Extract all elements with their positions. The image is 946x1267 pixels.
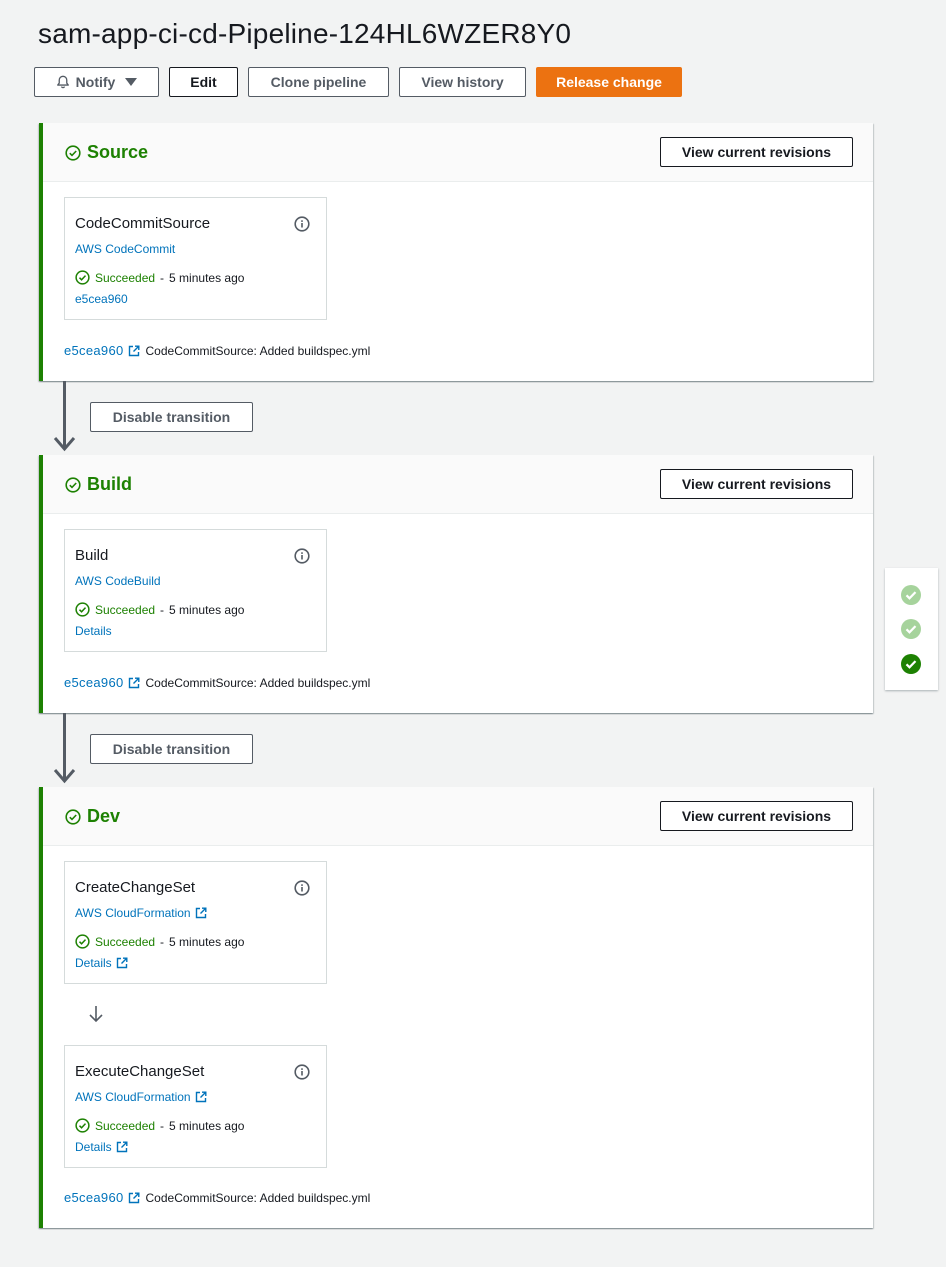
details-link[interactable]: Details — [75, 956, 128, 970]
info-icon[interactable] — [294, 216, 310, 232]
notify-label: Notify — [75, 74, 116, 90]
revision-message: CodeCommitSource: Added buildspec.yml — [145, 675, 371, 690]
arrow-down-icon — [53, 769, 76, 784]
external-link-icon — [116, 1141, 128, 1153]
stage-build: Build View current revisions Build AWS C… — [39, 455, 873, 713]
action-status: Succeeded - 5 minutes ago — [75, 1118, 244, 1133]
revision-link[interactable]: e5cea960 — [64, 675, 124, 690]
action-status: Succeeded - 5 minutes ago — [75, 602, 244, 617]
action-card: CodeCommitSource AWS CodeCommit Succeede… — [64, 197, 327, 320]
stage-status-panel — [885, 568, 938, 690]
stage-dev: Dev View current revisions CreateChangeS… — [39, 787, 873, 1228]
check-circle-icon — [65, 808, 81, 825]
view-current-revisions-button[interactable]: View current revisions — [660, 469, 853, 499]
revision-message: CodeCommitSource: Added buildspec.yml — [145, 343, 371, 358]
disable-transition-button[interactable]: Disable transition — [90, 402, 253, 432]
action-card: CreateChangeSet AWS CloudFormation Succe… — [64, 861, 327, 984]
check-circle-icon — [75, 1118, 90, 1133]
check-circle-icon — [75, 602, 90, 617]
check-circle-icon — [65, 476, 81, 493]
status-time: 5 minutes ago — [169, 934, 245, 949]
status-time: 5 minutes ago — [169, 1118, 245, 1133]
stage-revision: e5cea960 CodeCommitSource: Added buildsp… — [64, 343, 370, 358]
stage-revision: e5cea960 CodeCommitSource: Added buildsp… — [64, 1190, 370, 1205]
external-link-icon[interactable] — [128, 345, 140, 357]
status-time: 5 minutes ago — [169, 270, 245, 285]
status-text: Succeeded — [95, 1118, 156, 1133]
stage-header: Source View current revisions — [43, 123, 873, 182]
action-card: Build AWS CodeBuild Succeeded - 5 minute… — [64, 529, 327, 652]
action-name: CreateChangeSet — [75, 879, 196, 896]
view-current-revisions-button[interactable]: View current revisions — [660, 137, 853, 167]
action-status: Succeeded - 5 minutes ago — [75, 934, 244, 949]
bell-icon — [56, 75, 69, 89]
notify-button[interactable]: Notify — [34, 67, 159, 97]
status-text: Succeeded — [95, 934, 156, 949]
action-name: CodeCommitSource — [75, 215, 211, 232]
stage-name: Dev — [87, 806, 121, 826]
check-circle-filled-icon[interactable] — [900, 653, 922, 675]
revision-link[interactable]: e5cea960 — [64, 1190, 124, 1205]
check-circle-icon — [65, 144, 81, 161]
info-icon[interactable] — [294, 1064, 310, 1080]
stage-title: Dev — [65, 806, 120, 827]
stage-revision: e5cea960 CodeCommitSource: Added buildsp… — [64, 675, 370, 690]
check-circle-filled-icon[interactable] — [900, 584, 922, 606]
external-link-icon[interactable] — [128, 677, 140, 689]
page-title: sam-app-ci-cd-Pipeline-124HL6WZER8Y0 — [38, 18, 572, 49]
provider-link[interactable]: AWS CloudFormation — [75, 906, 207, 920]
info-icon[interactable] — [294, 548, 310, 564]
edit-button[interactable]: Edit — [169, 67, 238, 97]
view-current-revisions-button[interactable]: View current revisions — [660, 801, 853, 831]
check-circle-icon — [75, 934, 90, 949]
stage-name: Source — [87, 142, 149, 162]
external-link-icon — [195, 1091, 207, 1103]
action-card: ExecuteChangeSet AWS CloudFormation Succ… — [64, 1045, 327, 1168]
arrow-down-icon — [53, 437, 76, 452]
stage-title: Build — [65, 474, 132, 495]
status-text: Succeeded — [95, 602, 156, 617]
action-name: Build — [75, 547, 109, 564]
stage-title: Source — [65, 142, 148, 163]
external-link-icon — [116, 957, 128, 969]
stage-header: Build View current revisions — [43, 455, 873, 514]
release-change-button[interactable]: Release change — [536, 67, 682, 97]
check-circle-filled-icon[interactable] — [900, 618, 922, 640]
details-link[interactable]: Details — [75, 624, 112, 638]
stage-name: Build — [87, 474, 132, 494]
revision-link[interactable]: e5cea960 — [64, 343, 124, 358]
status-text: Succeeded — [95, 270, 156, 285]
stage-source: Source View current revisions CodeCommit… — [39, 123, 873, 381]
view-history-button[interactable]: View history — [399, 67, 526, 97]
revision-message: CodeCommitSource: Added buildspec.yml — [145, 1190, 371, 1205]
caret-down-icon — [125, 78, 138, 86]
provider-link[interactable]: AWS CodeBuild — [75, 574, 161, 588]
disable-transition-button[interactable]: Disable transition — [90, 734, 253, 764]
provider-link[interactable]: AWS CodeCommit — [75, 242, 175, 256]
clone-pipeline-button[interactable]: Clone pipeline — [248, 67, 389, 97]
external-link-icon — [195, 907, 207, 919]
stage-header: Dev View current revisions — [43, 787, 873, 846]
commit-link[interactable]: e5cea960 — [75, 292, 128, 306]
action-name: ExecuteChangeSet — [75, 1063, 205, 1080]
details-link[interactable]: Details — [75, 1140, 128, 1154]
status-time: 5 minutes ago — [169, 602, 245, 617]
action-status: Succeeded - 5 minutes ago — [75, 270, 244, 285]
info-icon[interactable] — [294, 880, 310, 896]
check-circle-icon — [75, 270, 90, 285]
provider-link[interactable]: AWS CloudFormation — [75, 1090, 207, 1104]
arrow-down-icon — [89, 1006, 103, 1023]
external-link-icon[interactable] — [128, 1192, 140, 1204]
